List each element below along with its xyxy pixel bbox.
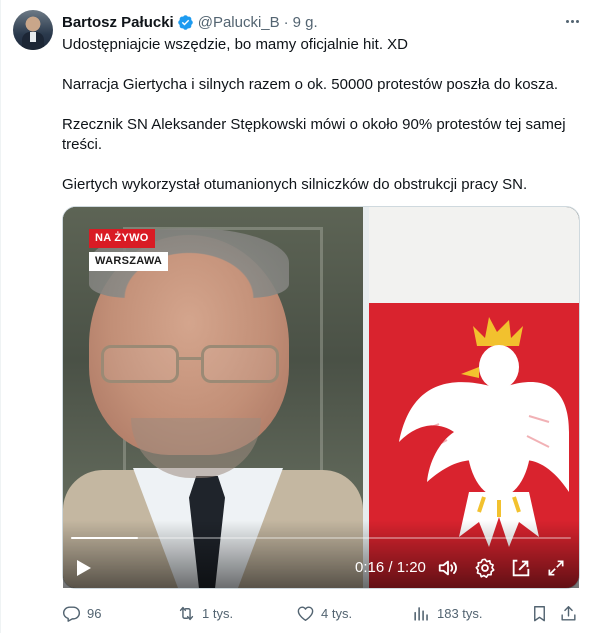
retweet-count: 1 tys. xyxy=(202,605,234,621)
video-progress-bar[interactable] xyxy=(71,537,571,539)
like-button[interactable]: 4 tys. xyxy=(296,601,352,625)
video-timer: 0:16 / 1:20 xyxy=(355,559,426,576)
views-icon xyxy=(414,606,428,621)
like-count: 4 tys. xyxy=(321,605,353,621)
views-button[interactable]: 183 tys. xyxy=(412,601,483,625)
views-count: 183 tys. xyxy=(437,605,483,621)
live-label: NA ŻYWO xyxy=(89,229,155,248)
reply-button[interactable]: 96 xyxy=(62,601,101,625)
volume-icon[interactable] xyxy=(437,557,459,579)
glasses-bridge xyxy=(177,357,203,360)
tweet-paragraph: Narracja Giertycha i silnych razem o ok.… xyxy=(62,76,559,93)
glasses-lens xyxy=(101,345,179,383)
video-controls xyxy=(63,520,579,588)
tweet-paragraph: Udostępniajcie wszędzie, bo mamy oficjal… xyxy=(62,36,408,53)
action-bar: 96 1 tys. 4 tys. 183 tys. xyxy=(62,601,582,625)
header-separator: · xyxy=(283,13,289,31)
settings-icon[interactable] xyxy=(474,557,496,579)
glasses-lens xyxy=(201,345,279,383)
play-icon[interactable] xyxy=(75,558,93,578)
verified-badge-icon xyxy=(177,14,193,30)
retweet-button[interactable]: 1 tys. xyxy=(177,601,233,625)
share-button[interactable] xyxy=(559,601,578,625)
tweet[interactable]: Bartosz Pałucki @Palucki_B · 9 g. Udostę… xyxy=(0,0,614,633)
more-dot xyxy=(570,19,574,23)
tweet-paragraph: Giertych wykorzystał otumanionych silnic… xyxy=(62,176,528,193)
retweet-icon xyxy=(179,606,194,620)
author-name[interactable]: Bartosz Pałucki xyxy=(62,14,174,31)
bookmark-icon xyxy=(534,605,545,621)
avatar-shirt xyxy=(30,32,36,42)
tweet-text: Udostępniajcie wszędzie, bo mamy oficjal… xyxy=(62,35,597,215)
reply-icon xyxy=(62,605,81,622)
location-label: WARSZAWA xyxy=(89,252,169,271)
video-progress-fill xyxy=(71,537,138,539)
share-icon xyxy=(561,605,576,621)
more-dot xyxy=(575,19,579,23)
tweet-paragraph: Rzecznik SN Aleksander Stępkowski mówi o… xyxy=(62,116,566,153)
pip-icon[interactable] xyxy=(510,557,532,579)
tweet-time[interactable]: 9 g. xyxy=(293,14,318,31)
more-icon[interactable] xyxy=(561,11,583,31)
like-icon xyxy=(297,605,314,621)
person-glasses xyxy=(101,345,286,385)
avatar[interactable] xyxy=(13,10,53,50)
more-dot xyxy=(565,19,569,23)
reply-count: 96 xyxy=(87,605,102,621)
eagle-emblem xyxy=(399,317,569,547)
author-handle[interactable]: @Palucki_B xyxy=(198,14,280,31)
bookmark-button[interactable] xyxy=(530,601,549,625)
fullscreen-icon[interactable] xyxy=(545,557,567,579)
tweet-header: Bartosz Pałucki @Palucki_B · 9 g. xyxy=(62,12,318,32)
